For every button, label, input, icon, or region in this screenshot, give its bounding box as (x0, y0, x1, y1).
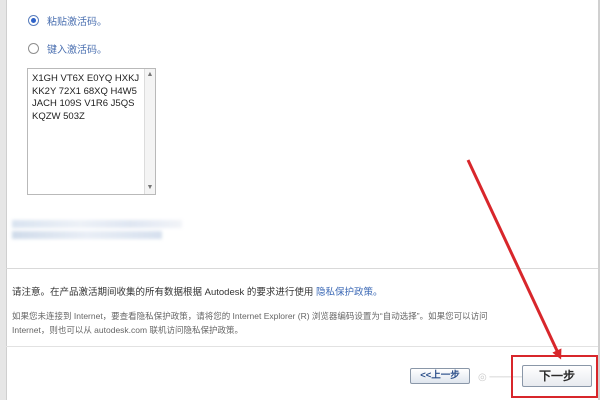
annotation-arrow-icon (466, 159, 562, 360)
